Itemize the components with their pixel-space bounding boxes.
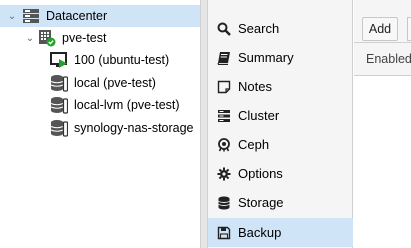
tree-item-label: local-lvm (pve-test) [74,98,180,112]
toolbar-button[interactable] [407,17,411,41]
storage-icon [50,74,69,92]
tree-item-datacenter[interactable]: ⌄ Datacenter [0,5,200,27]
tree-item-storage-local-lvm[interactable]: local-lvm (pve-test) [0,94,200,116]
chevron-down-icon[interactable]: ⌄ [6,10,18,22]
tree-item-storage-local[interactable]: local (pve-test) [0,72,200,94]
menu-item-label: Backup [238,225,282,240]
menu-item-options[interactable]: Options [208,159,353,188]
add-button[interactable]: Add [362,17,398,41]
storage-icon [50,96,69,114]
tree-item-label: pve-test [62,31,107,45]
resource-tree: ⌄ Datacenter ⌄ pve-test 100 (ubuntu-test… [0,0,200,248]
database-icon [216,195,232,211]
menu-item-label: Storage [238,195,284,210]
tree-item-storage-synology[interactable]: synology-nas-storage [0,117,200,139]
server-icon [216,108,232,124]
book-icon [216,50,232,66]
menu-item-label: Notes [238,79,272,94]
menu-item-label: Ceph [238,137,270,152]
menu-item-label: Options [238,166,283,181]
vm-running-icon [50,51,68,69]
menu-item-cluster[interactable]: Cluster [208,101,353,130]
column-header-enabled[interactable]: Enabled [354,43,411,76]
gear-icon [216,166,232,182]
toolbar: Add [354,0,411,43]
menu-item-label: Search [238,21,280,36]
tree-item-label: Datacenter [46,9,108,23]
ceph-icon [216,137,232,153]
menu-item-search[interactable]: Search [208,14,353,43]
menu-item-label: Cluster [238,108,280,123]
server-rack-icon [22,7,40,25]
floppy-icon [216,225,232,241]
menu-item-notes[interactable]: Notes [208,72,353,101]
tree-item-label: local (pve-test) [74,76,156,90]
node-online-icon [38,29,56,47]
tree-item-label: synology-nas-storage [74,121,194,135]
menu-item-backup[interactable]: Backup [208,218,353,247]
search-icon [216,21,232,37]
config-menu: Search Summary Notes Cluster Ceph Option… [208,0,353,248]
backup-panel: Add Enabled [354,0,411,248]
note-icon [216,79,232,95]
tree-item-vm[interactable]: 100 (ubuntu-test) [0,49,200,71]
tree-item-node[interactable]: ⌄ pve-test [0,27,200,49]
chevron-down-icon[interactable]: ⌄ [24,32,36,44]
menu-item-label: Summary [238,50,294,65]
menu-item-summary[interactable]: Summary [208,43,353,72]
menu-item-ceph[interactable]: Ceph [208,130,353,159]
menu-item-storage[interactable]: Storage [208,188,353,217]
storage-icon [50,119,69,137]
panel-splitter[interactable] [200,0,208,248]
tree-item-label: 100 (ubuntu-test) [74,53,170,67]
